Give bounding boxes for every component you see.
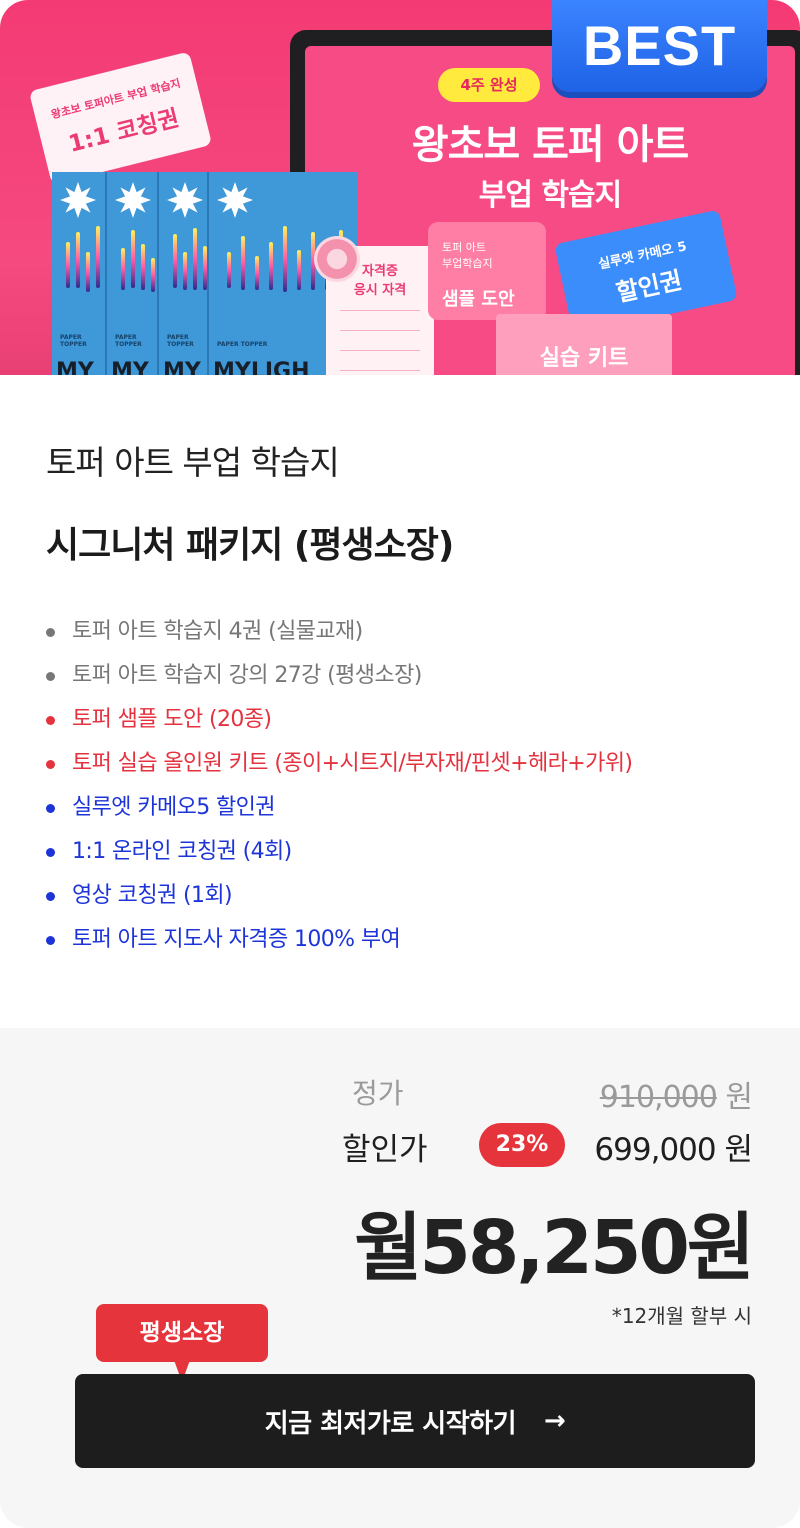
sun-graphic-icon: [60, 182, 96, 218]
feature-item: 토퍼 아트 지도사 자격증 100% 부여: [46, 920, 632, 964]
hero-banner: 4주 완성 왕초보 토퍼 아트 부업 학습지 왕초보 토퍼아트 부업 학습지 1…: [0, 0, 800, 375]
start-now-button[interactable]: 지금 최저가로 시작하기 →: [75, 1374, 755, 1468]
screen-title-line-1: 왕초보 토퍼 아트: [411, 122, 689, 168]
practice-kit-label: 실습 키트: [539, 346, 629, 371]
sale-price-label: 할인가: [342, 1132, 428, 1168]
four-week-tag: 4주 완성: [438, 68, 540, 102]
sale-price: 699,000 원: [594, 1132, 753, 1168]
bullet-icon: [46, 760, 55, 769]
list-price-label: 정가: [352, 1077, 404, 1110]
feature-item: 1:1 온라인 코칭권 (4회): [46, 832, 632, 876]
workbook-cover-text: MY: [163, 360, 201, 375]
list-price-value: 910,000: [599, 1080, 718, 1115]
workbook-stack: PAPER TOPPER MY PAPER TOPPER MY PAPER TO…: [52, 172, 358, 375]
sun-graphic-icon: [115, 182, 151, 218]
coaching-ticket: 왕초보 토퍼아트 부업 학습지 1:1 코칭권: [28, 51, 213, 185]
feature-item: 영상 코칭권 (1회): [46, 876, 632, 920]
workbook-cover-text: MY: [111, 360, 149, 375]
lifetime-badge: 평생소장: [96, 1304, 268, 1362]
workbook: PAPER TOPPER MY: [52, 172, 107, 375]
sun-graphic-icon: [217, 182, 253, 218]
product-subtitle: 토퍼 아트 부업 학습지: [46, 443, 340, 482]
bullet-icon: [46, 672, 55, 681]
list-price-unit: 원: [725, 1080, 753, 1115]
feature-item: 실루엣 카메오5 할인권: [46, 788, 632, 832]
feature-item: 토퍼 샘플 도안 (20종): [46, 700, 632, 744]
feature-item: 토퍼 실습 올인원 키트 (종이+시트지/부자재/핀셋+헤라+가위): [46, 744, 633, 788]
workbook-label: PAPER TOPPER: [217, 341, 268, 348]
arrow-right-icon: →: [544, 1406, 566, 1436]
sample-folder-caption: 토퍼 아트 부업학습지: [442, 241, 493, 270]
workbook: PAPER TOPPER MY: [107, 172, 159, 375]
workbook-label: PAPER TOPPER: [167, 334, 194, 348]
workbook-cover-text: MY: [56, 360, 94, 375]
workbook: PAPER TOPPER MY: [159, 172, 209, 375]
product-card: 4주 완성 왕초보 토퍼 아트 부업 학습지 왕초보 토퍼아트 부업 학습지 1…: [0, 0, 800, 1528]
feature-item: 토퍼 아트 학습지 4권 (실물교재): [46, 612, 632, 656]
discount-badge: 23%: [479, 1123, 565, 1167]
sample-folder-title: 샘플 도안: [442, 289, 515, 310]
installment-note: *12개월 할부 시: [611, 1304, 752, 1328]
feature-item: 토퍼 아트 학습지 강의 27강 (평생소장): [46, 656, 632, 700]
bullet-icon: [46, 892, 55, 901]
product-title: 시그니처 패키지 (평생소장): [46, 525, 454, 566]
monthly-price: 월58,250원: [354, 1205, 755, 1291]
workbook-label: PAPER TOPPER: [60, 334, 87, 348]
bullet-icon: [46, 804, 55, 813]
list-price: 910,000 원: [599, 1072, 753, 1116]
bullet-icon: [46, 628, 55, 637]
bullet-icon: [46, 848, 55, 857]
screen-title-line-2: 부업 학습지: [478, 178, 622, 213]
sun-graphic-icon: [167, 182, 203, 218]
bullet-icon: [46, 716, 55, 725]
feature-list: 토퍼 아트 학습지 4권 (실물교재) 토퍼 아트 학습지 강의 27강 (평생…: [46, 612, 633, 964]
workbook-label: PAPER TOPPER: [115, 334, 142, 348]
best-badge: BEST: [552, 0, 767, 92]
start-now-label: 지금 최저가로 시작하기: [264, 1408, 517, 1439]
bullet-icon: [46, 936, 55, 945]
certificate-text: 자격증 응시 자격: [353, 264, 407, 298]
